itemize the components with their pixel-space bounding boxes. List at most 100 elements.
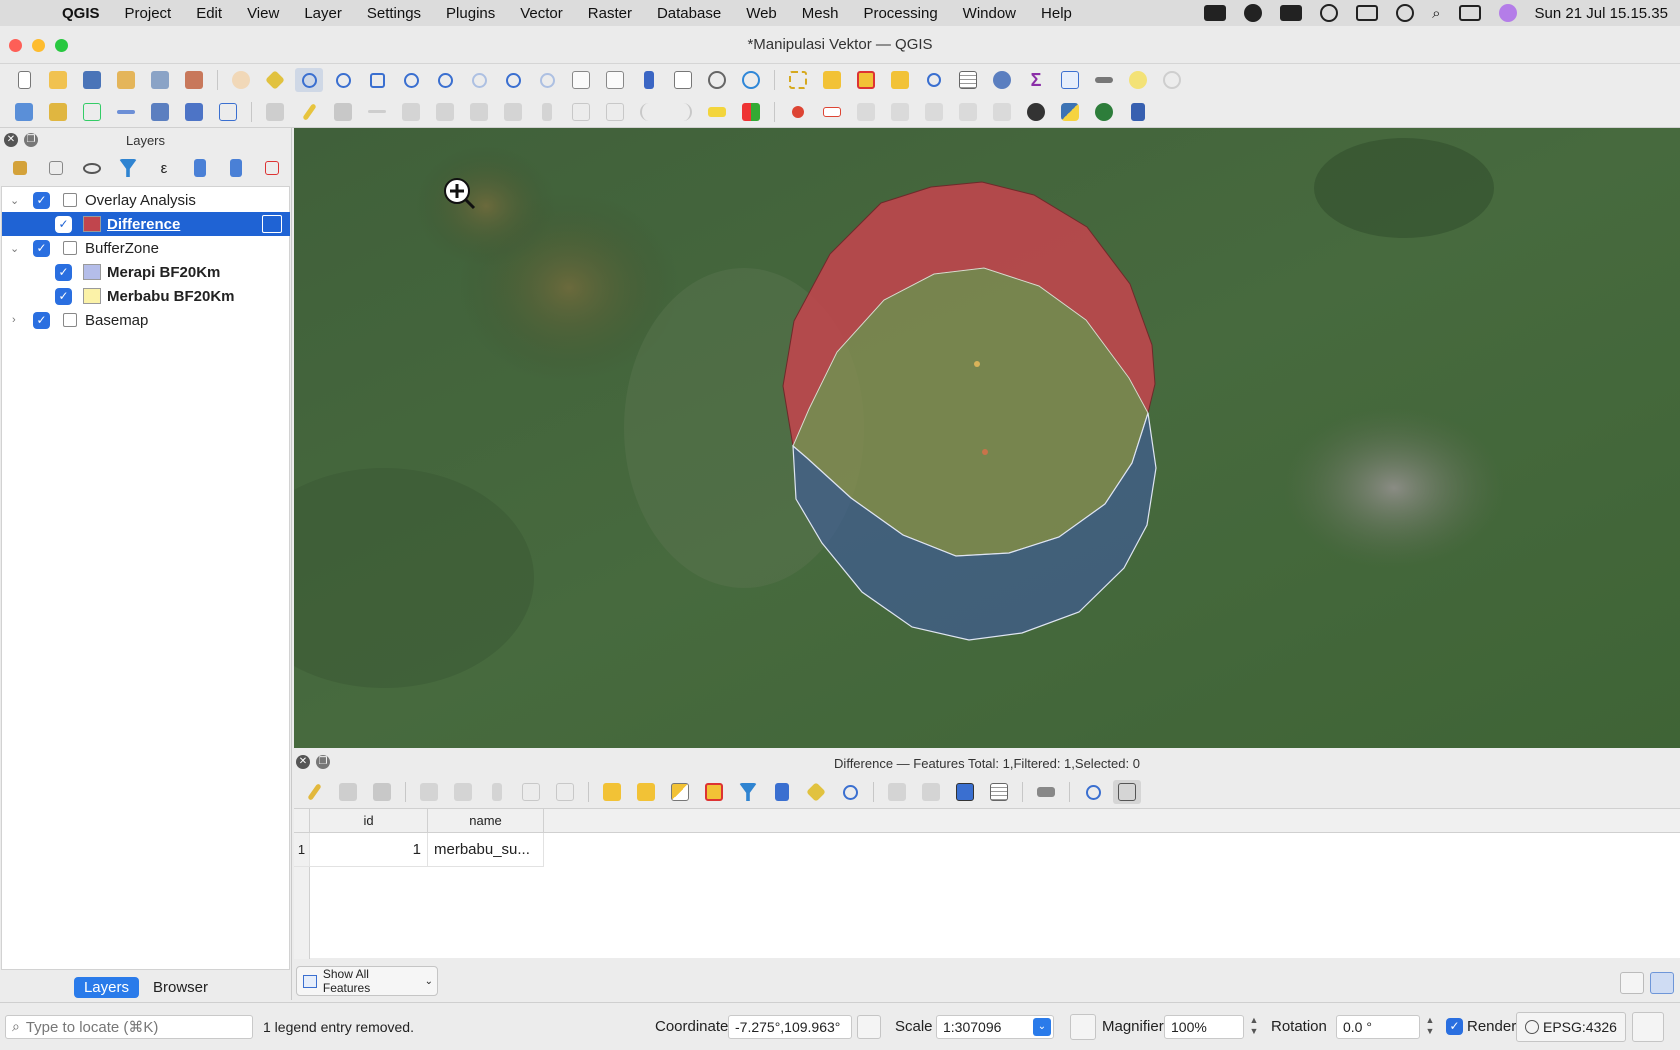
menu-processing[interactable]: Processing	[863, 5, 937, 22]
magnifier-stepper[interactable]: ▲ ▼	[1248, 1015, 1260, 1039]
map-tips-button[interactable]	[1124, 68, 1152, 92]
style-manager-button[interactable]	[180, 68, 208, 92]
actions-icon[interactable]	[1032, 780, 1060, 804]
filter-legend-icon[interactable]	[114, 156, 142, 180]
label-tool-button[interactable]	[703, 100, 731, 124]
app-status-icon[interactable]	[1204, 5, 1227, 21]
tab-browser[interactable]: Browser	[143, 977, 218, 998]
redo-button[interactable]	[669, 100, 697, 124]
column-header-id[interactable]: id	[310, 809, 428, 833]
measure-button[interactable]	[1090, 68, 1118, 92]
data-source-manager-button[interactable]	[10, 100, 38, 124]
zoom-out-button[interactable]	[329, 68, 357, 92]
siri-icon[interactable]	[1498, 4, 1517, 22]
add-mesh-layer-button[interactable]	[214, 100, 242, 124]
cloud-icon[interactable]	[1244, 4, 1263, 22]
vertex-tool-button[interactable]	[431, 100, 459, 124]
rotate-label-button[interactable]	[886, 100, 914, 124]
layer-item-difference[interactable]: ✓ Difference	[2, 212, 290, 236]
cut-icon[interactable]	[483, 780, 511, 804]
rotation-field[interactable]: 0.0 °	[1336, 1014, 1420, 1039]
zoom-in-button[interactable]	[295, 68, 323, 92]
menu-web[interactable]: Web	[746, 5, 777, 22]
menu-raster[interactable]: Raster	[588, 5, 632, 22]
collapse-all-icon[interactable]	[222, 156, 250, 180]
layer-checkbox[interactable]: ✓	[33, 311, 50, 329]
new-temp-layer-button[interactable]	[146, 100, 174, 124]
layer-item-merapi[interactable]: ✓ Merapi BF20Km	[2, 260, 290, 284]
chevron-right-icon[interactable]: ›	[12, 314, 16, 326]
table-view-button[interactable]	[1650, 972, 1674, 994]
menu-window[interactable]: Window	[963, 5, 1016, 22]
pan-to-selection-button[interactable]	[261, 68, 289, 92]
zoom-to-selection-button[interactable]	[397, 68, 425, 92]
pan-tool-button[interactable]	[227, 68, 255, 92]
paste-features-button[interactable]	[601, 100, 629, 124]
copy-icon[interactable]	[517, 780, 545, 804]
add-polygon-button[interactable]	[397, 100, 425, 124]
menu-layer[interactable]: Layer	[304, 5, 342, 22]
deselect-all-icon[interactable]	[700, 780, 728, 804]
column-header-name[interactable]: name	[428, 809, 544, 833]
select-by-location-button[interactable]	[886, 68, 914, 92]
web-plugin-button[interactable]	[1022, 100, 1050, 124]
menu-vector[interactable]: Vector	[520, 5, 563, 22]
search-icon[interactable]: ⌕	[1432, 5, 1440, 22]
layer-checkbox[interactable]: ✓	[55, 287, 72, 305]
layout-manager-button[interactable]	[146, 68, 174, 92]
new-field-icon[interactable]	[883, 780, 911, 804]
highlight-labels-button[interactable]	[988, 100, 1016, 124]
menu-mesh[interactable]: Mesh	[802, 5, 839, 22]
zoom-to-layer-button[interactable]	[431, 68, 459, 92]
new-geopackage-layer-button[interactable]	[44, 100, 72, 124]
float-panel-icon[interactable]: ❐	[24, 133, 38, 147]
save-project-button[interactable]	[78, 68, 106, 92]
close-attribute-table-icon[interactable]: ✕	[296, 755, 310, 769]
modify-attributes-button[interactable]	[465, 100, 493, 124]
layer-group-bufferzone[interactable]: ⌄ ✓ BufferZone	[2, 236, 290, 260]
save-edits-button[interactable]	[329, 100, 357, 124]
digitize-button[interactable]	[363, 100, 391, 124]
new-print-layout-button[interactable]	[112, 68, 140, 92]
form-view-button[interactable]	[1620, 972, 1644, 994]
crs-button[interactable]: EPSG:4326	[1516, 1011, 1626, 1042]
multi-edit-icon[interactable]	[334, 780, 362, 804]
menu-plugins[interactable]: Plugins	[446, 5, 495, 22]
new-bookmark-button[interactable]	[635, 68, 663, 92]
minimize-window-button[interactable]	[32, 39, 45, 52]
tab-layers[interactable]: Layers	[73, 976, 139, 998]
field-calculator-icon[interactable]	[951, 780, 979, 804]
cut-features-button[interactable]	[533, 100, 561, 124]
map-svg[interactable]	[294, 128, 1680, 748]
select-all-icon[interactable]	[632, 780, 660, 804]
delete-field-icon[interactable]	[917, 780, 945, 804]
table-cell-name[interactable]: merbabu_su...	[428, 833, 544, 867]
temporal-controller-button[interactable]	[703, 68, 731, 92]
open-attribute-table-icon[interactable]	[262, 215, 282, 233]
filter-by-expression-icon[interactable]: ε	[150, 156, 178, 180]
refresh-button[interactable]	[737, 68, 765, 92]
menu-project[interactable]: Project	[125, 5, 172, 22]
airdrop-icon[interactable]	[1320, 4, 1339, 22]
layer-diagram-button[interactable]	[737, 100, 765, 124]
toggle-editing-icon[interactable]	[300, 780, 328, 804]
scale-combobox[interactable]: 1:307096 ⌄	[936, 1014, 1054, 1039]
layer-group-overlay-analysis[interactable]: ⌄ ✓ Overlay Analysis	[2, 188, 290, 212]
label-properties-button[interactable]	[954, 100, 982, 124]
show-all-features-dropdown[interactable]: Show All Features ⌄	[296, 966, 438, 996]
delete-feature-icon[interactable]	[449, 780, 477, 804]
magnifier-field[interactable]: 100%	[1164, 1014, 1244, 1039]
add-group-icon[interactable]	[42, 156, 70, 180]
style-layer-icon[interactable]	[6, 156, 34, 180]
menubar-clock[interactable]: Sun 21 Jul 15.15.35	[1535, 5, 1668, 22]
render-checkbox[interactable]: ✓	[1446, 1018, 1463, 1035]
extension-icon[interactable]	[1280, 5, 1303, 21]
menu-settings[interactable]: Settings	[367, 5, 421, 22]
copy-features-button[interactable]	[567, 100, 595, 124]
zoom-full-button[interactable]	[363, 68, 391, 92]
new-3d-map-button[interactable]	[601, 68, 629, 92]
open-attribute-table-button[interactable]	[954, 68, 982, 92]
current-edits-button[interactable]	[261, 100, 289, 124]
save-edits-icon[interactable]	[368, 780, 396, 804]
layer-checkbox[interactable]: ✓	[33, 239, 50, 257]
